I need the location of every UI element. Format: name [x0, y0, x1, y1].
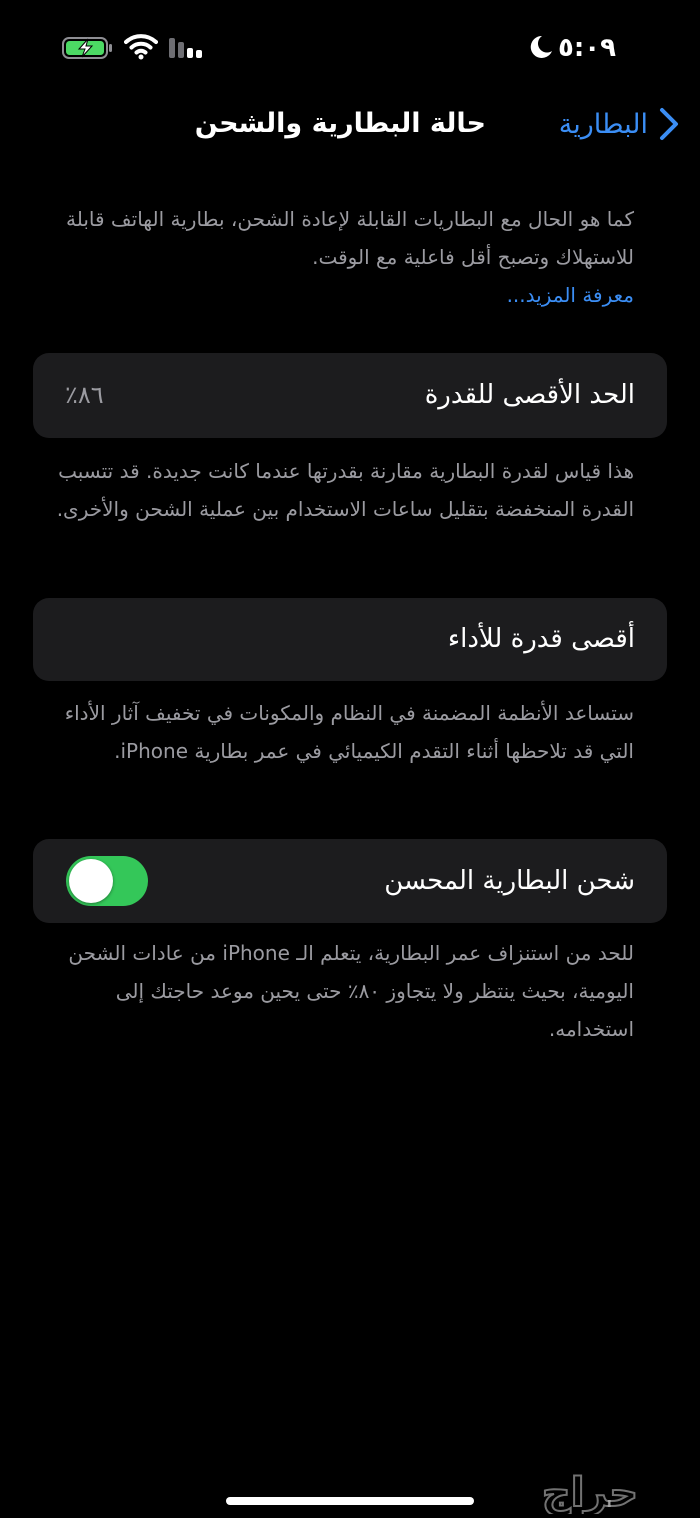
home-indicator[interactable] [226, 1497, 474, 1505]
toggle-knob [69, 859, 113, 903]
haraj-watermark-logo: حراج [541, 1469, 639, 1514]
maximum-capacity-label: الحد الأقصى للقدرة [424, 380, 635, 410]
battery-charging-icon [62, 37, 112, 59]
back-button[interactable]: البطارية [559, 98, 680, 150]
peak-performance-label: أقصى قدرة للأداء [447, 624, 635, 654]
battery-health-screen: ٥:٠٩ البطارية حالة البطارية والشحن كما ه… [0, 0, 700, 1518]
optimized-charging-toggle[interactable] [66, 856, 148, 906]
maximum-capacity-value: ٨٦٪ [65, 381, 104, 409]
cellular-signal-icon [169, 38, 202, 58]
moon-icon [530, 35, 552, 58]
intro-text-block: كما هو الحال مع البطاريات القابلة لإعادة… [54, 200, 634, 314]
peak-performance-note: ستساعد الأنظمة المضمنة في النظام والمكون… [64, 701, 634, 763]
optimized-charging-note: للحد من استنزاف عمر البطارية، يتعلم الـ … [68, 941, 634, 1041]
page-title: حالة البطارية والشحن [194, 108, 486, 139]
maximum-capacity-row: الحد الأقصى للقدرة ٨٦٪ [33, 353, 667, 438]
optimized-charging-label: شحن البطارية المحسن [384, 866, 635, 896]
peak-performance-row: أقصى قدرة للأداء [33, 598, 667, 681]
status-time: ٥:٠٩ [558, 33, 617, 63]
intro-text: كما هو الحال مع البطاريات القابلة لإعادة… [66, 207, 634, 269]
watermark-text: حراج [542, 1470, 638, 1514]
navigation-bar: البطارية حالة البطارية والشحن [0, 98, 700, 150]
chevron-right-icon [660, 108, 678, 140]
status-bar: ٥:٠٩ [0, 30, 700, 66]
learn-more-link[interactable]: معرفة المزيد... [507, 283, 634, 307]
maximum-capacity-note: هذا قياس لقدرة البطارية مقارنة بقدرتها ع… [56, 459, 634, 521]
back-label: البطارية [558, 108, 648, 140]
wifi-icon [124, 34, 158, 60]
optimized-charging-row: شحن البطارية المحسن [33, 839, 667, 923]
